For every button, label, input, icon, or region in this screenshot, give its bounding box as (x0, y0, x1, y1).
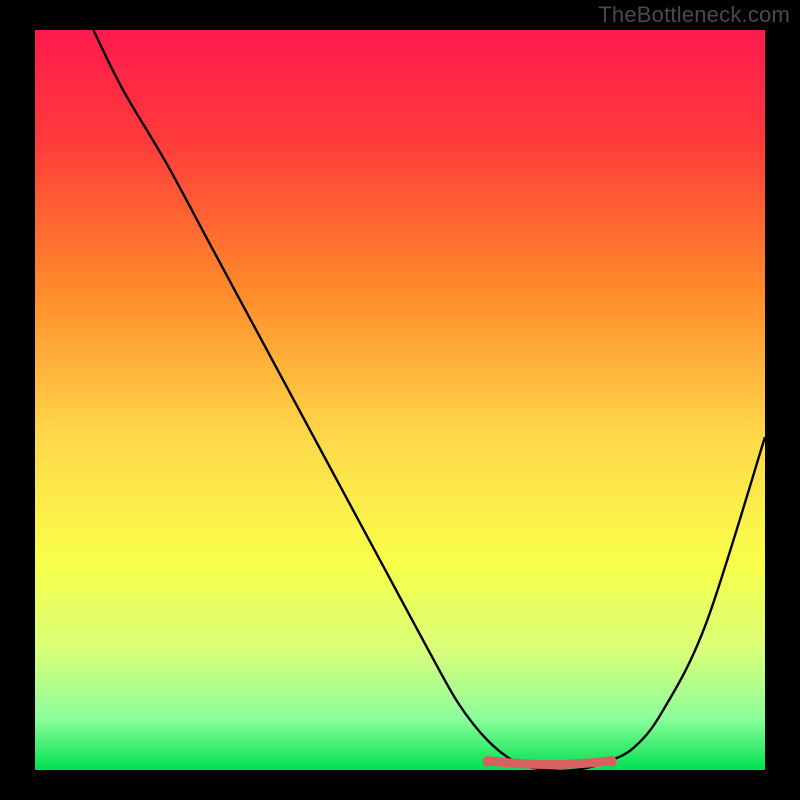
watermark-text: TheBottleneck.com (598, 2, 790, 28)
bottleneck-curve (93, 30, 765, 770)
local-minimum-endpoint-right (607, 757, 617, 767)
chart-frame: TheBottleneck.com (0, 0, 800, 800)
local-minimum-marker (488, 761, 612, 765)
curve-layer (35, 30, 765, 770)
plot-area (35, 30, 765, 770)
local-minimum-endpoint-left (483, 757, 493, 767)
